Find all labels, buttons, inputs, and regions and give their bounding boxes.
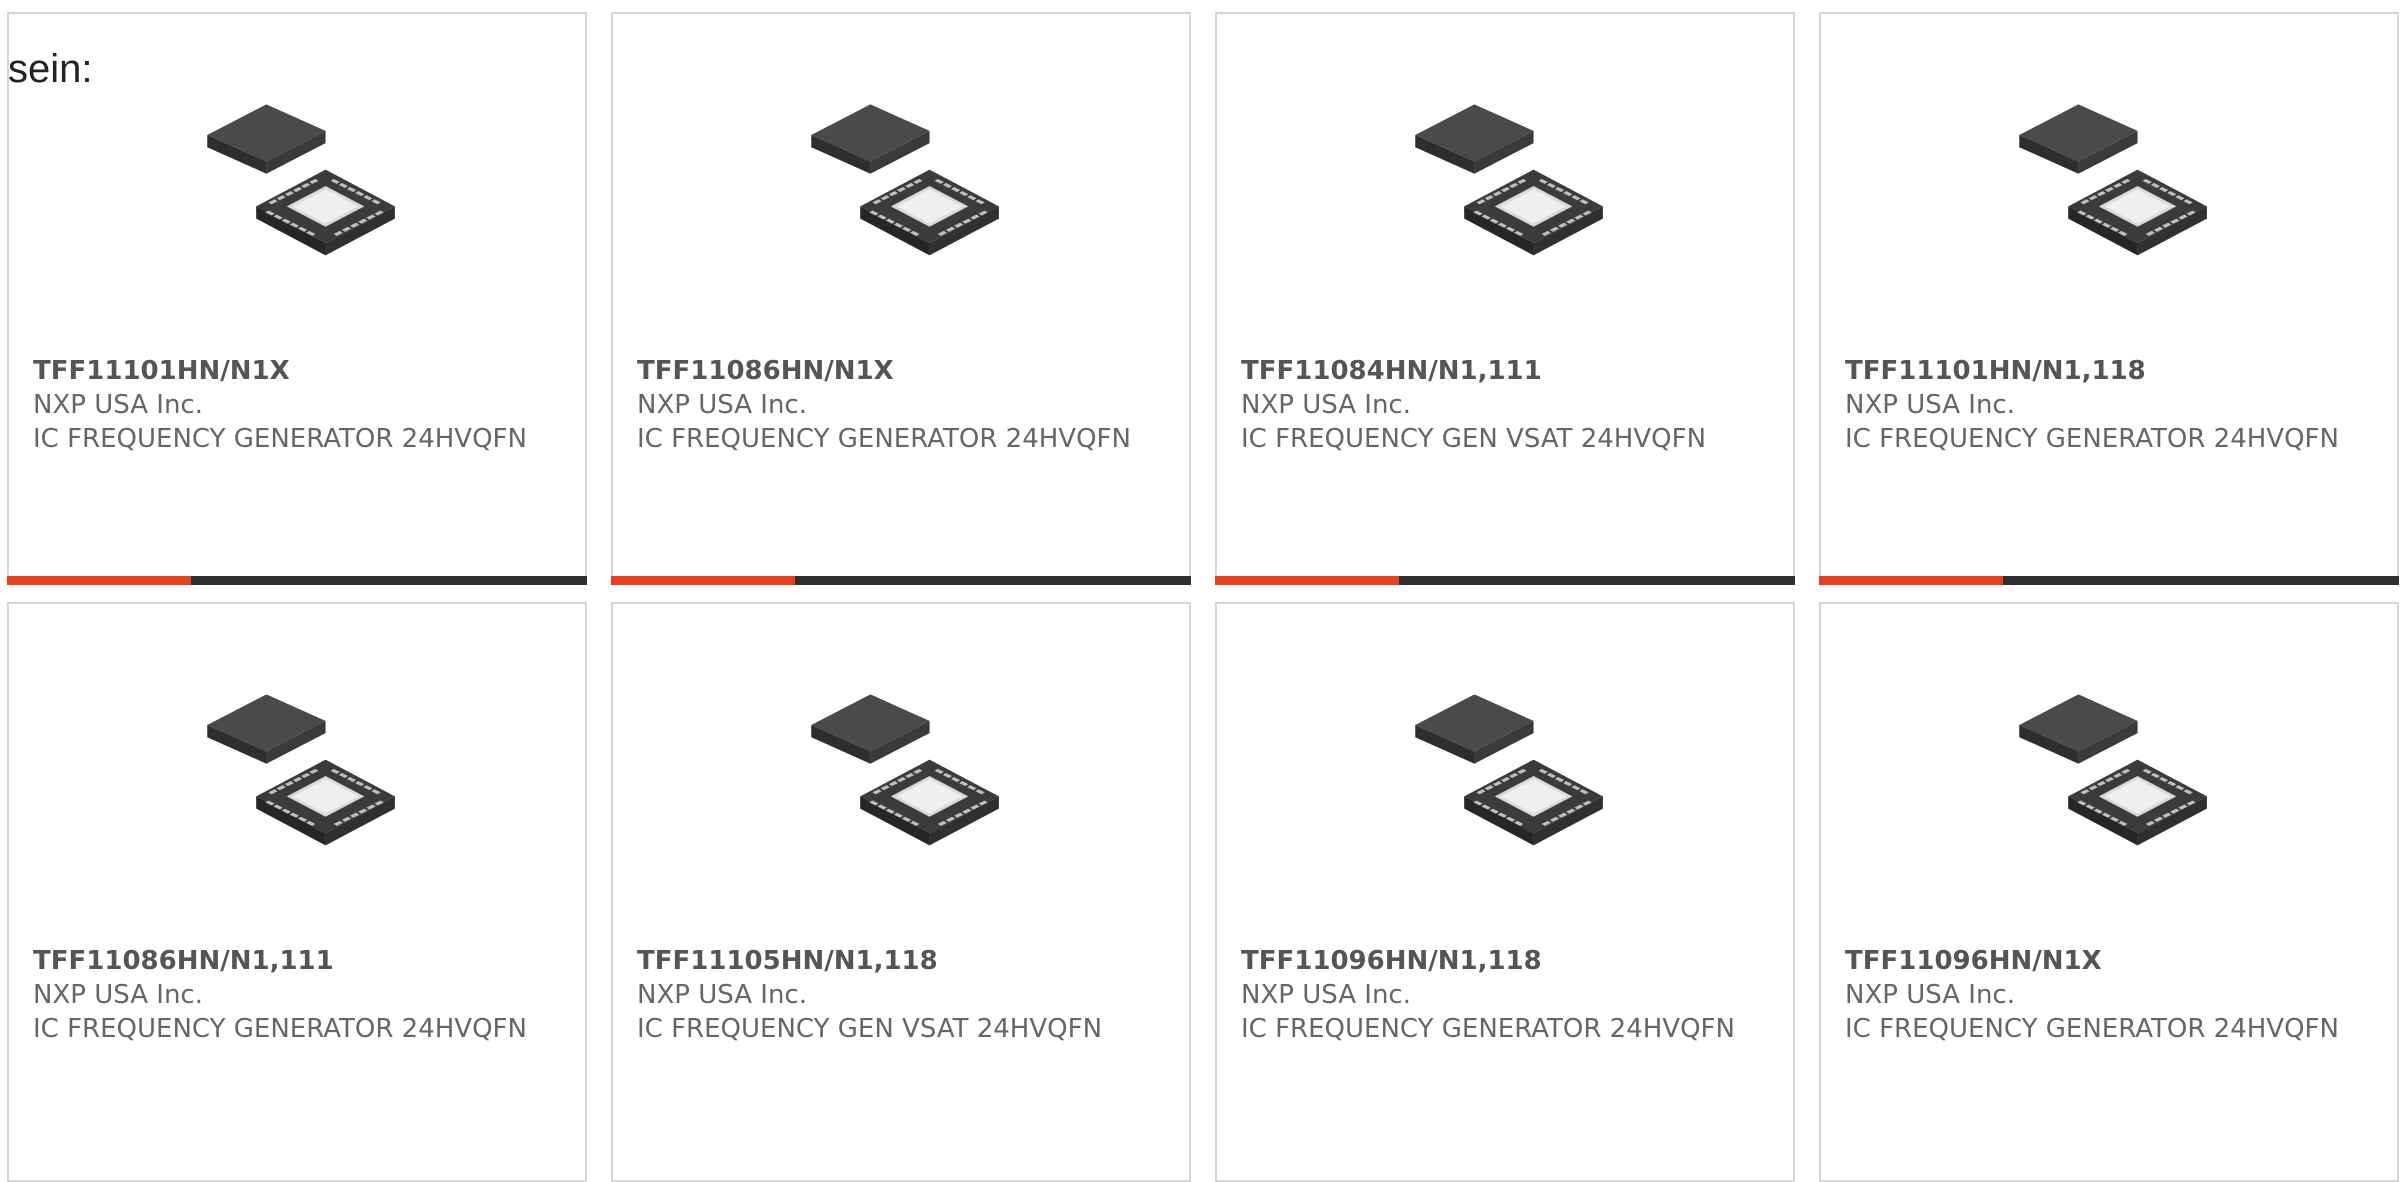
product-card[interactable]: TFF11096HN/N1,118 NXP USA Inc. IC FREQUE… <box>1215 602 1795 1182</box>
qfn-chip-icon[interactable] <box>2007 86 2211 290</box>
product-info: TFF11096HN/N1,118 NXP USA Inc. IC FREQUE… <box>1241 944 1781 1046</box>
manufacturer: NXP USA Inc. <box>1845 980 2015 1010</box>
manufacturer: NXP USA Inc. <box>1241 390 1411 420</box>
card-accent-bar <box>1819 576 2003 585</box>
product-description: IC FREQUENCY GENERATOR 24HVQFN <box>1845 1014 2339 1044</box>
qfn-chip-icon[interactable] <box>195 676 399 880</box>
product-description: IC FREQUENCY GENERATOR 24HVQFN <box>1845 424 2339 454</box>
product-info: TFF11105HN/N1,118 NXP USA Inc. IC FREQUE… <box>637 944 1177 1046</box>
part-number-link[interactable]: TFF11096HN/N1X <box>1845 944 2385 978</box>
part-number-link[interactable]: TFF11086HN/N1X <box>637 354 1177 388</box>
part-number-link[interactable]: TFF11086HN/N1,111 <box>33 944 573 978</box>
product-description: IC FREQUENCY GENERATOR 24HVQFN <box>33 1014 527 1044</box>
product-card[interactable]: TFF11086HN/N1,111 NXP USA Inc. IC FREQUE… <box>7 602 587 1182</box>
manufacturer: NXP USA Inc. <box>33 390 203 420</box>
qfn-chip-icon[interactable] <box>1403 86 1607 290</box>
part-number-link[interactable]: TFF11101HN/N1,118 <box>1845 354 2385 388</box>
product-info: TFF11086HN/N1X NXP USA Inc. IC FREQUENCY… <box>637 354 1177 456</box>
card-accent-bar <box>1215 576 1399 585</box>
product-card[interactable]: TFF11101HN/N1,118 NXP USA Inc. IC FREQUE… <box>1819 12 2399 585</box>
product-info: TFF11101HN/N1,118 NXP USA Inc. IC FREQUE… <box>1845 354 2385 456</box>
product-info: TFF11086HN/N1,111 NXP USA Inc. IC FREQUE… <box>33 944 573 1046</box>
manufacturer: NXP USA Inc. <box>1241 980 1411 1010</box>
manufacturer: NXP USA Inc. <box>637 390 807 420</box>
qfn-chip-icon[interactable] <box>799 676 1003 880</box>
product-card[interactable]: TFF11084HN/N1,111 NXP USA Inc. IC FREQUE… <box>1215 12 1795 585</box>
product-info: TFF11096HN/N1X NXP USA Inc. IC FREQUENCY… <box>1845 944 2385 1046</box>
qfn-chip-icon[interactable] <box>195 86 399 290</box>
card-bottom-bar <box>7 576 587 585</box>
part-number-link[interactable]: TFF11096HN/N1,118 <box>1241 944 1781 978</box>
qfn-chip-icon[interactable] <box>2007 676 2211 880</box>
product-grid: TFF11101HN/N1X NXP USA Inc. IC FREQUENCY… <box>0 0 2400 1182</box>
product-info: TFF11101HN/N1X NXP USA Inc. IC FREQUENCY… <box>33 354 573 456</box>
part-number-link[interactable]: TFF11101HN/N1X <box>33 354 573 388</box>
lead-text: sein: <box>8 47 93 91</box>
manufacturer: NXP USA Inc. <box>1845 390 2015 420</box>
qfn-chip-icon[interactable] <box>799 86 1003 290</box>
card-bottom-bar <box>1215 576 1795 585</box>
product-card[interactable]: TFF11101HN/N1X NXP USA Inc. IC FREQUENCY… <box>7 12 587 585</box>
card-bottom-bar <box>611 576 1191 585</box>
product-info: TFF11084HN/N1,111 NXP USA Inc. IC FREQUE… <box>1241 354 1781 456</box>
card-accent-bar <box>7 576 191 585</box>
product-description: IC FREQUENCY GENERATOR 24HVQFN <box>1241 1014 1735 1044</box>
part-number-link[interactable]: TFF11084HN/N1,111 <box>1241 354 1781 388</box>
product-description: IC FREQUENCY GENERATOR 24HVQFN <box>33 424 527 454</box>
qfn-chip-icon[interactable] <box>1403 676 1607 880</box>
product-card[interactable]: TFF11096HN/N1X NXP USA Inc. IC FREQUENCY… <box>1819 602 2399 1182</box>
product-description: IC FREQUENCY GENERATOR 24HVQFN <box>637 424 1131 454</box>
card-bottom-bar <box>1819 576 2399 585</box>
manufacturer: NXP USA Inc. <box>637 980 807 1010</box>
product-description: IC FREQUENCY GEN VSAT 24HVQFN <box>637 1014 1103 1044</box>
product-card[interactable]: TFF11086HN/N1X NXP USA Inc. IC FREQUENCY… <box>611 12 1191 585</box>
product-card[interactable]: TFF11105HN/N1,118 NXP USA Inc. IC FREQUE… <box>611 602 1191 1182</box>
manufacturer: NXP USA Inc. <box>33 980 203 1010</box>
card-accent-bar <box>611 576 795 585</box>
part-number-link[interactable]: TFF11105HN/N1,118 <box>637 944 1177 978</box>
product-description: IC FREQUENCY GEN VSAT 24HVQFN <box>1241 424 1707 454</box>
